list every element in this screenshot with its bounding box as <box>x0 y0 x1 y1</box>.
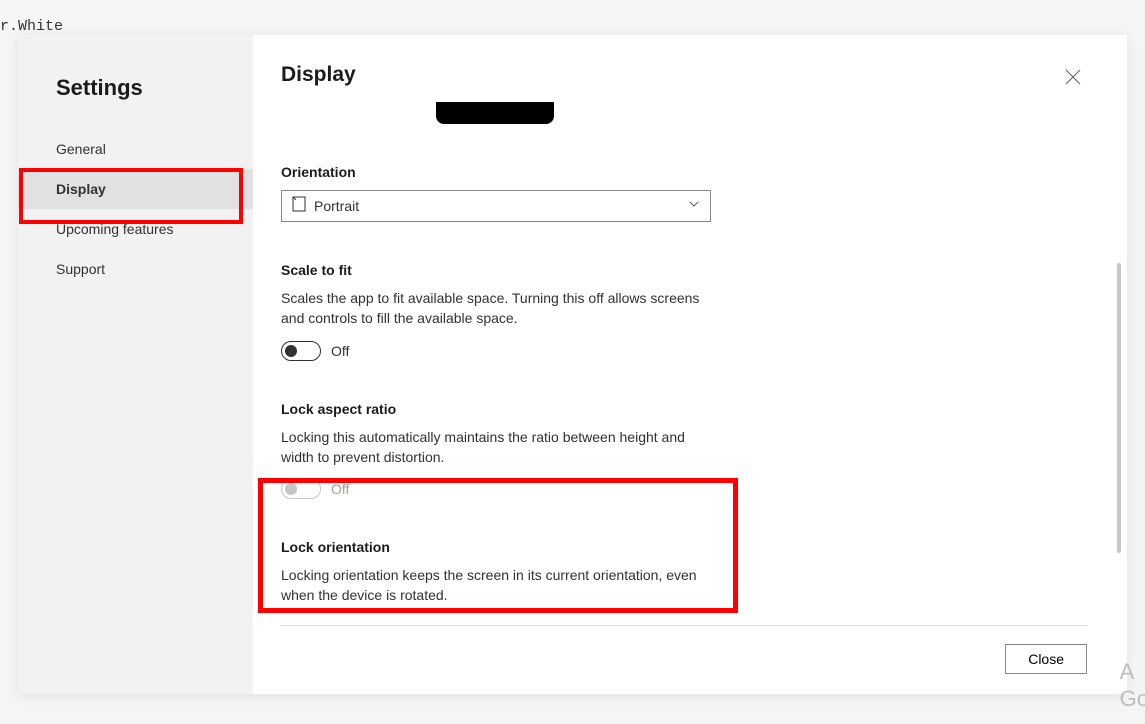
sidebar: Settings General Display Upcoming featur… <box>18 35 253 694</box>
lock-orientation-desc: Locking orientation keeps the screen in … <box>281 565 711 606</box>
settings-modal: Settings General Display Upcoming featur… <box>18 35 1127 694</box>
sidebar-item-support[interactable]: Support <box>18 249 253 289</box>
chevron-down-icon <box>688 197 700 215</box>
orientation-label: Orientation <box>281 164 1087 180</box>
scale-to-fit-desc: Scales the app to fit available space. T… <box>281 288 711 329</box>
sidebar-item-upcoming-features[interactable]: Upcoming features <box>18 209 253 249</box>
lock-orientation-section: Lock orientation Locking orientation kee… <box>281 539 1087 611</box>
modal-footer: Close <box>281 625 1087 674</box>
close-button[interactable]: Close <box>1005 644 1087 674</box>
sidebar-item-display[interactable]: Display <box>18 169 253 209</box>
sidebar-item-general[interactable]: General <box>18 129 253 169</box>
scale-to-fit-label: Scale to fit <box>281 262 1087 278</box>
lock-aspect-toggle <box>281 479 321 499</box>
main-panel: Display Orientation Portrait <box>253 35 1127 694</box>
lock-aspect-state: Off <box>331 481 349 497</box>
breadcrumb-text: r.White <box>0 18 63 35</box>
lock-orientation-label: Lock orientation <box>281 539 1087 555</box>
scrollbar[interactable] <box>1117 263 1121 553</box>
scale-to-fit-state: Off <box>331 343 349 359</box>
scale-to-fit-toggle[interactable] <box>281 341 321 361</box>
orientation-section: Orientation Portrait <box>281 164 1087 222</box>
sidebar-title: Settings <box>18 75 253 129</box>
scale-to-fit-section: Scale to fit Scales the app to fit avail… <box>281 262 1087 361</box>
lock-aspect-label: Lock aspect ratio <box>281 401 1087 417</box>
close-icon[interactable] <box>1059 63 1087 96</box>
lock-aspect-desc: Locking this automatically maintains the… <box>281 427 711 468</box>
device-preview <box>436 102 554 124</box>
orientation-value: Portrait <box>314 198 359 214</box>
portrait-icon <box>292 196 306 217</box>
orientation-select[interactable]: Portrait <box>281 190 711 222</box>
page-title: Display <box>281 63 356 87</box>
lock-aspect-section: Lock aspect ratio Locking this automatic… <box>281 401 1087 500</box>
